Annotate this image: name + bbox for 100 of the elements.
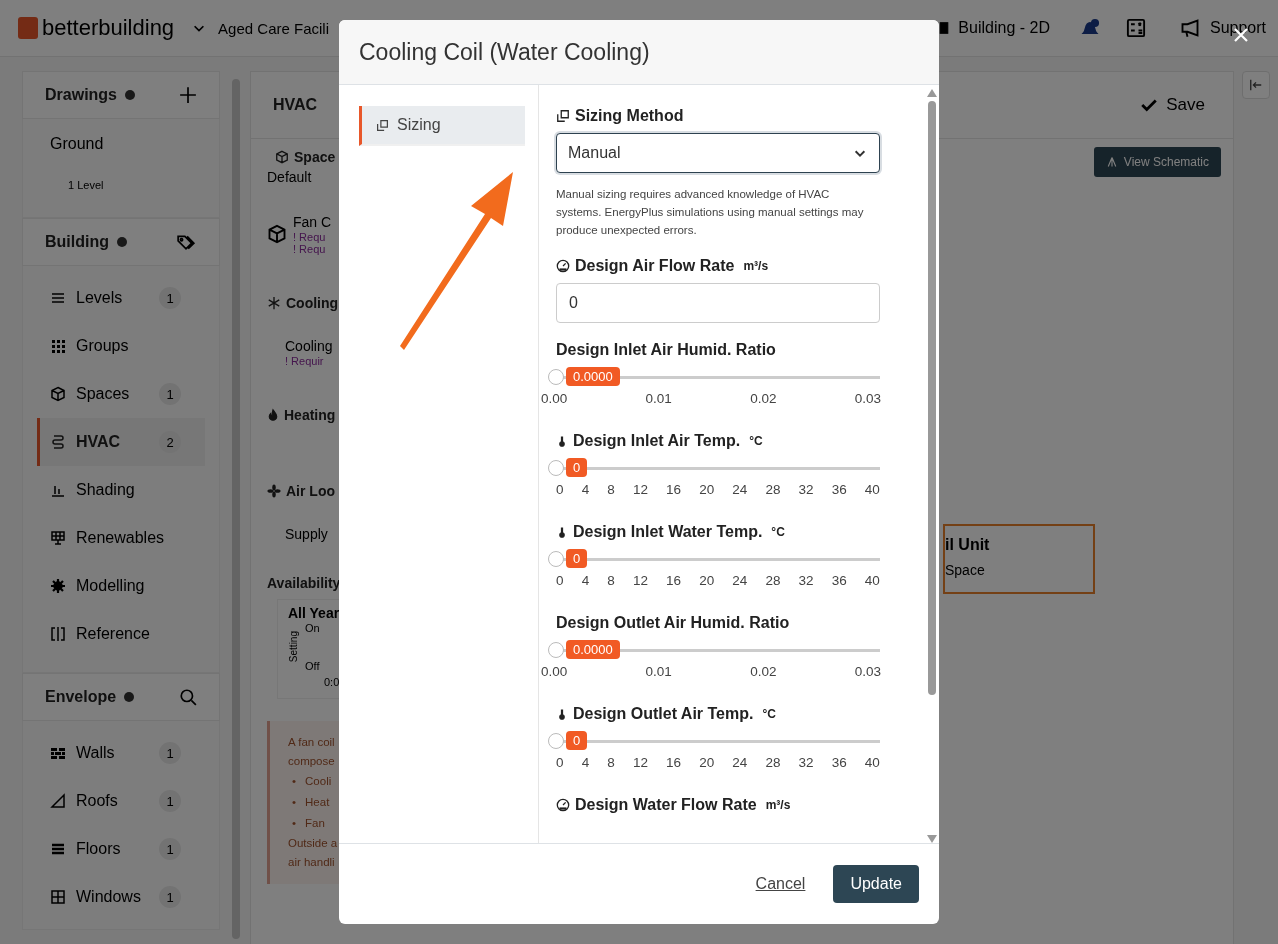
info-text: air handli (288, 855, 335, 870)
sidebar-item[interactable]: Groups (37, 322, 205, 370)
tick-label: 28 (765, 573, 781, 588)
tick-label: 4 (581, 755, 590, 770)
update-button[interactable]: Update (833, 865, 919, 903)
tick-label: 40 (864, 573, 880, 588)
warning-text: ! Requ (293, 231, 327, 243)
project-name[interactable]: Aged Care Facili (218, 19, 329, 37)
item-label: HVAC (76, 433, 121, 451)
help-text: Manual sizing requires advanced knowledge of HVAC systems. EnergyPlus simulations using manual settings may produce unexpected errors. (556, 187, 865, 238)
tick-label: 0.02 (750, 664, 777, 679)
sidebar-item[interactable]: Levels 1 (37, 274, 205, 322)
slider-thumb[interactable] (548, 733, 564, 749)
tick-label: 0.02 (750, 391, 777, 406)
sidebar-item[interactable]: Roofs 1 (37, 777, 205, 825)
sidebar-item[interactable]: Windows 1 (37, 873, 205, 921)
scroll-up-icon[interactable] (927, 89, 937, 97)
sidebar-item[interactable]: Renewables (37, 514, 205, 562)
logo-icon (18, 17, 38, 39)
brick-wall-icon (50, 745, 66, 761)
sidebar-item[interactable]: Spaces 1 (37, 370, 205, 418)
sidebar-item[interactable]: Reference (37, 610, 205, 658)
info-text: compose (288, 754, 335, 769)
gear-icon (50, 578, 66, 594)
thermometer-icon (556, 525, 568, 539)
field-label: Design Outlet Air Humid. Ratio (556, 614, 790, 632)
tick-label: 16 (666, 755, 682, 770)
value-tooltip: 0.0000 (566, 640, 620, 659)
sidebar-item[interactable]: Shading (37, 466, 205, 514)
tick-label: 0 (556, 573, 564, 588)
field-label: Design Inlet Water Temp. (573, 523, 763, 541)
sidebar-item[interactable]: Modelling (37, 562, 205, 610)
tick-label: 20 (699, 482, 715, 497)
device-name: Fan C (293, 214, 332, 230)
scroll-down-icon[interactable] (927, 835, 937, 843)
warning-text: ! Requir (285, 355, 325, 367)
count-badge: 1 (159, 287, 181, 309)
fan-icon (267, 484, 281, 498)
axis-tick: Off (305, 660, 320, 672)
slider-thumb[interactable] (548, 551, 564, 567)
sidebar-item[interactable]: Walls 1 (37, 729, 205, 777)
tick-label: 20 (699, 573, 715, 588)
item-label: Reference (76, 625, 150, 643)
sidebar-item[interactable]: Floors 1 (37, 825, 205, 873)
tick-label: 40 (864, 482, 880, 497)
value-tooltip: 0 (566, 549, 588, 568)
item-label: Walls (76, 744, 115, 762)
view-schematic-button[interactable]: View Schematic (1093, 147, 1221, 177)
gauge-icon (556, 798, 570, 812)
item-label: Groups (76, 337, 129, 355)
tick-label: 36 (831, 482, 847, 497)
component-name: Supply (285, 526, 328, 542)
tick-label: 20 (699, 755, 715, 770)
number-field[interactable]: 0 (556, 283, 880, 323)
gauge-icon (556, 259, 570, 273)
field-label: Design Inlet Air Temp. (573, 432, 741, 450)
item-label: Floors (76, 840, 121, 858)
value-tooltip: 0.0000 (566, 367, 620, 386)
section-title: Drawings (45, 86, 117, 104)
triangle-icon (50, 793, 66, 809)
sizing-method-select[interactable]: Manual (556, 133, 880, 173)
tick-label: 28 (765, 755, 781, 770)
tick-label: 12 (632, 482, 648, 497)
tick-label: 24 (732, 755, 748, 770)
bullet-marker: • (292, 816, 297, 831)
tick-label: 0.01 (645, 391, 672, 406)
coil-icon (50, 434, 66, 450)
count-badge: 1 (159, 383, 181, 405)
item-label: Spaces (76, 385, 130, 403)
sizing-tab[interactable]: Sizing (359, 106, 525, 146)
tick-label: 8 (607, 482, 615, 497)
drawing-name: Ground (50, 135, 104, 153)
item-label: Windows (76, 888, 141, 906)
support-link[interactable]: Support (1209, 19, 1266, 37)
item-label: Levels (76, 289, 123, 307)
slider-thumb[interactable] (548, 642, 564, 658)
collapse-button[interactable] (1242, 71, 1270, 99)
tick-label: 32 (798, 482, 814, 497)
sidebar-item[interactable]: HVAC 2 (37, 418, 205, 466)
slider-thumb[interactable] (548, 369, 564, 385)
section-heading: Availability (267, 575, 342, 591)
slider-thumb[interactable] (548, 460, 564, 476)
split-panel-icon (50, 626, 66, 642)
view-name[interactable]: Building - 2D (958, 19, 1050, 37)
component-name: Cooling (285, 338, 333, 354)
scrollbar[interactable] (927, 89, 937, 843)
tick-label: 0.01 (645, 664, 672, 679)
save-button[interactable]: Save (1134, 94, 1211, 116)
unit-label: m³/s (743, 259, 769, 273)
tick-label: 16 (666, 573, 682, 588)
search-icon (179, 688, 197, 706)
field-label: Design Water Flow Rate (575, 796, 757, 814)
brand-name[interactable]: betterbuilding (42, 15, 175, 41)
cancel-link[interactable]: Cancel (755, 875, 806, 893)
collapse-icon (1249, 78, 1263, 92)
info-bullet: Cooli (305, 774, 332, 789)
section-heading: Cooling (286, 295, 339, 311)
info-bullet: Fan (305, 816, 325, 831)
tick-label: 12 (632, 755, 648, 770)
unit-node[interactable]: il Unit Space (943, 524, 1095, 594)
